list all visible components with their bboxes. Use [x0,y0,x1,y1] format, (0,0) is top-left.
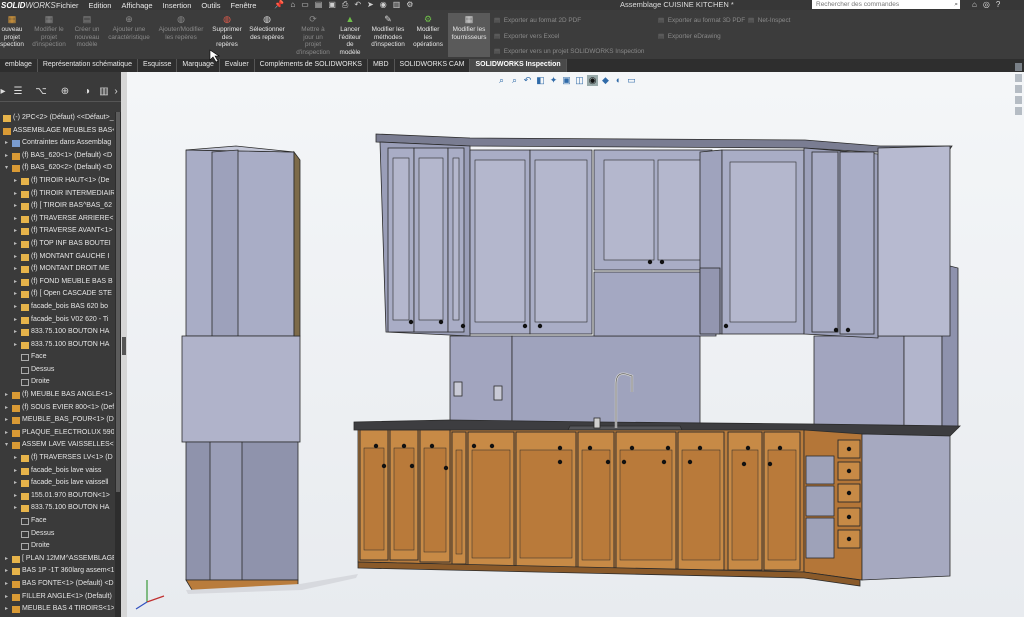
base-door-panel [619,449,673,561]
cabinet-knob [741,461,747,467]
dishwasher-panel [805,455,835,485]
upper-end-cabinet [877,145,951,337]
cabinet-knob [557,459,563,465]
cabinet-knob [489,443,495,449]
cabinet-knob [557,445,563,451]
drawer-knob [846,514,852,520]
base-door-panel [731,449,759,561]
base-door-panel [471,449,511,559]
mouse-cursor-icon [209,49,220,63]
drawer-knob [846,490,852,496]
base-end-cabinet [861,433,951,581]
upper-door-panel [452,157,460,321]
hood-recess [593,271,717,337]
wall-outlet [453,381,463,397]
dishwasher-panel-lower [805,485,835,517]
upper-door-panel [392,157,410,321]
faucet-handle [593,417,601,429]
tall-cabinet-lower-door [209,441,243,581]
cabinet-knob [621,459,627,465]
cabinet-knob [777,445,783,451]
cabinet-knob [409,463,415,469]
cabinet-knob [522,323,528,329]
backsplash-right [813,335,905,429]
axis-x-icon [146,595,165,603]
upper-hood-door-left [603,159,655,261]
dishwasher-panel-bottom [805,517,835,559]
upper-hood-door-right [657,159,707,261]
cabinet-knob [723,323,729,329]
cabinet-knob [659,259,665,265]
cabinet-knob [845,327,851,333]
cabinet-knob [687,459,693,465]
tall-cabinet-middle [181,335,301,443]
backsplash-wall [511,335,701,429]
cabinet-knob [697,445,703,451]
sink-cutout [567,425,683,431]
cabinet-knob [587,445,593,451]
wall-outlet [493,385,503,401]
cabinet-knob [745,445,751,451]
tall-cabinet-upper [185,149,295,337]
upper-corner-door-b [839,151,875,335]
drawer-knob [846,468,852,474]
axis-z-icon [135,601,148,610]
cabinet-knob [665,445,671,451]
cabinet-knob [460,323,466,329]
upper-corner-door-a [811,151,839,333]
cabinet-knob [373,443,379,449]
base-door-panel [455,449,463,555]
solidworks-window: SOLIDWORKS Fichier Edition Affichage Ins… [0,0,1024,617]
base-door-panel [519,449,573,559]
base-door-panel [393,447,415,551]
base-door-panel [767,449,797,561]
right-wall-panel [903,335,943,429]
cabinet-knob [833,327,839,333]
cabinet-knob [408,319,414,325]
cabinet-knob [767,461,773,467]
base-door-panel [423,447,447,553]
cabinet-knob [471,443,477,449]
cabinet-knob [647,259,653,265]
cabinet-knob [429,443,435,449]
upper-door-panel [534,159,588,323]
cabinet-knob [381,463,387,469]
cabinet-knob [401,443,407,449]
tall-cabinet-door [211,149,239,337]
cabinet-knob [438,319,444,325]
base-door-panel [363,447,385,551]
kitchen-3d-model[interactable] [0,0,1024,617]
cabinet-knob [661,459,667,465]
upper-open-shelf [699,267,721,335]
upper-right-door [729,161,797,323]
cabinet-knob [605,459,611,465]
base-door-panel [681,449,721,561]
base-door-panel [581,449,611,561]
upper-door-panel [474,159,526,323]
tall-cabinet-side-edge [293,150,301,337]
cabinet-knob [443,465,449,471]
drawer-knob [846,536,852,542]
drawer-knob [846,446,852,452]
cabinet-knob [537,323,543,329]
upper-door-panel [418,157,444,321]
cabinet-knob [629,445,635,451]
